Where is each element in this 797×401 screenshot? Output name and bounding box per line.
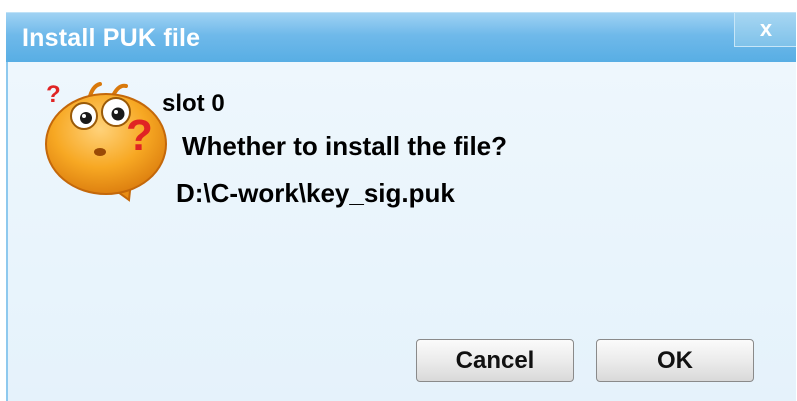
install-question: Whether to install the file? <box>182 131 508 161</box>
svg-text:?: ? <box>126 111 153 160</box>
file-path: D:\C-work\key_sig.puk <box>176 178 455 208</box>
install-puk-dialog: Install PUK file x ? ? slot 0 Whether to… <box>0 0 797 401</box>
window-title: Install PUK file <box>22 24 201 52</box>
close-button[interactable]: x <box>734 13 796 47</box>
question-mascot-icon: ? ? <box>45 81 167 202</box>
dialog-body: ? ? slot 0 Whether to install the file? … <box>6 62 796 401</box>
cancel-button[interactable]: Cancel <box>416 339 574 382</box>
svg-text:?: ? <box>46 81 61 108</box>
ok-button[interactable]: OK <box>596 339 754 382</box>
title-bar[interactable]: Install PUK file x <box>6 12 796 62</box>
slot-label: slot 0 <box>162 90 225 117</box>
close-icon: x <box>759 16 773 41</box>
